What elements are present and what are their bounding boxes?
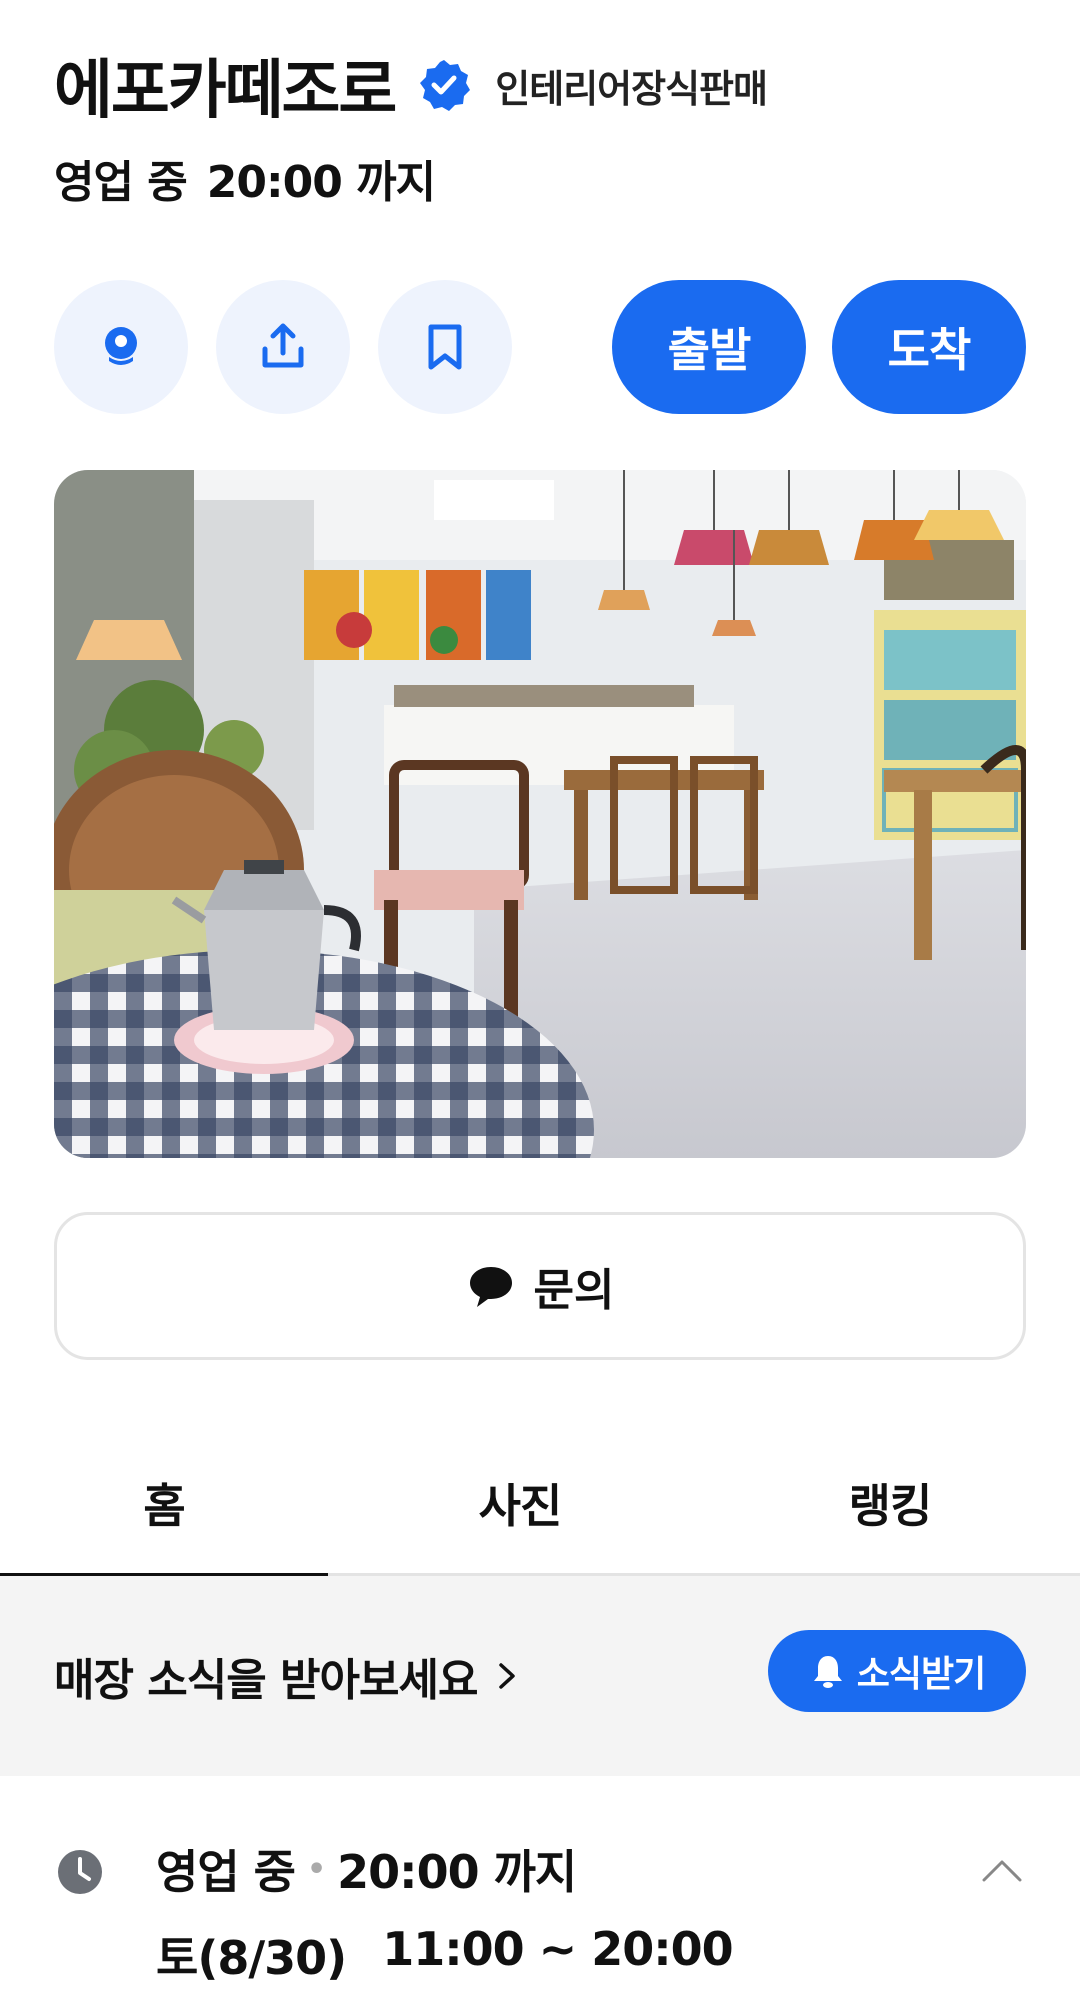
- open-status: 영업 중 20:00 까지: [54, 146, 1026, 210]
- place-name: 에포카떼조로: [54, 54, 397, 128]
- hours-status-line: 영업 중 • 20:00 까지: [156, 1836, 577, 1902]
- share-icon: [262, 323, 304, 368]
- tab-ranking[interactable]: 랭킹: [760, 1430, 1020, 1576]
- cafe-interior-image: [54, 470, 1026, 1158]
- hours-day: 토(8/30): [156, 1931, 347, 1985]
- clock-icon: [58, 1850, 102, 1894]
- news-link[interactable]: 매장 소식을 받아보세요: [54, 1576, 523, 1776]
- share-button[interactable]: [216, 280, 350, 414]
- inquiry-label: 문의: [533, 1265, 615, 1316]
- place-category: 인테리어장식판매: [495, 66, 768, 111]
- depart-button[interactable]: 출발: [612, 280, 806, 414]
- bookmark-icon: [428, 324, 462, 370]
- arrive-button[interactable]: 도착: [832, 280, 1026, 414]
- hours-range: 11:00 ~ 20:00: [382, 1922, 733, 1976]
- tab-bar: 홈 사진 랭킹: [0, 1430, 1080, 1579]
- chevron-right-icon: [499, 1663, 516, 1689]
- street-view-button[interactable]: [54, 280, 188, 414]
- verified-badge-icon: [420, 60, 471, 111]
- tab-home[interactable]: 홈: [0, 1430, 328, 1579]
- title-row: 에포카떼조로 인테리어장식판매: [54, 40, 1026, 130]
- news-text: 매장 소식을 받아보세요: [54, 1655, 478, 1706]
- separator-dot: •: [306, 1851, 326, 1887]
- subscribe-label: 소식받기: [856, 1654, 986, 1695]
- action-row: 출발 도착: [54, 280, 1026, 414]
- bell-icon: [813, 1656, 842, 1688]
- status-label: 영업 중: [54, 157, 188, 208]
- chevron-up-icon[interactable]: [980, 1856, 1024, 1884]
- status-until: 20:00 까지: [206, 157, 436, 208]
- hours-until: 20:00 까지: [337, 1845, 577, 1899]
- news-banner: 매장 소식을 받아보세요 소식받기: [0, 1576, 1080, 1776]
- tab-photos[interactable]: 사진: [380, 1430, 660, 1576]
- place-header: 에포카떼조로 인테리어장식판매 영업 중 20:00 까지: [54, 40, 1026, 210]
- chat-bubble-icon: [469, 1267, 512, 1307]
- inquiry-button[interactable]: 문의: [54, 1212, 1026, 1360]
- street-view-icon: [105, 327, 137, 365]
- subscribe-button[interactable]: 소식받기: [768, 1630, 1026, 1712]
- hours-status: 영업 중: [156, 1845, 296, 1899]
- place-photo[interactable]: [54, 470, 1026, 1158]
- save-button[interactable]: [378, 280, 512, 414]
- business-hours[interactable]: 영업 중 • 20:00 까지 토(8/30) 11:00 ~ 20:00: [0, 1776, 1080, 2010]
- hours-today-line: 토(8/30) 11:00 ~ 20:00: [156, 1922, 734, 1988]
